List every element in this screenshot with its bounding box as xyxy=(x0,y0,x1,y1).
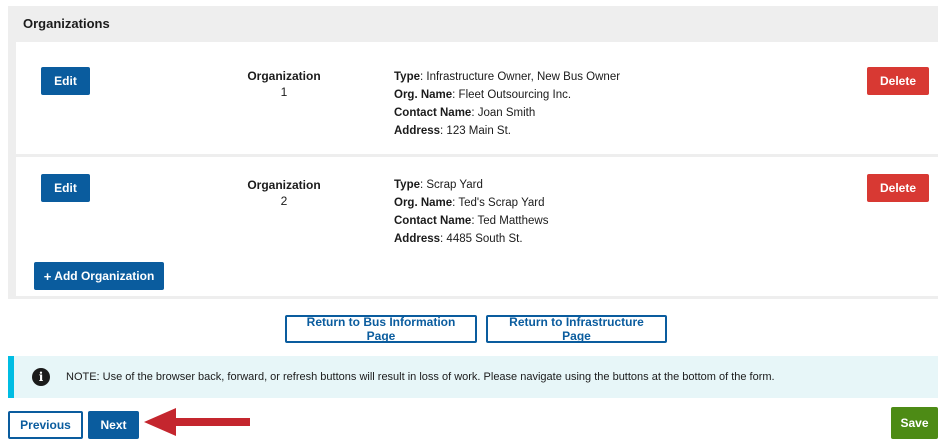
organization-label: Organization 2 xyxy=(242,177,326,209)
row-divider xyxy=(16,154,938,157)
organizations-panel: Organizations Edit Organization 1 Type: … xyxy=(8,6,938,299)
panel-title: Organizations xyxy=(23,16,110,31)
navigation-notice: i NOTE: Use of the browser back, forward… xyxy=(8,356,938,398)
plus-icon: + xyxy=(43,268,52,284)
info-icon: i xyxy=(32,368,50,386)
add-organization-button[interactable]: + Add Organization xyxy=(34,262,164,290)
address-key: Address xyxy=(394,233,441,245)
organization-number: 2 xyxy=(280,194,288,208)
edit-organization-button[interactable]: Edit xyxy=(41,174,90,202)
return-to-bus-information-button[interactable]: Return to Bus Information Page xyxy=(285,315,477,343)
delete-organization-button[interactable]: Delete xyxy=(867,174,929,202)
type-value: : Scrap Yard xyxy=(420,179,483,191)
contact-name-key: Contact Name xyxy=(394,215,472,227)
contact-name-value: : Ted Matthews xyxy=(471,215,549,227)
organization-row: Edit Organization 2 Type: Scrap Yard Org… xyxy=(16,42,938,245)
type-key: Type xyxy=(394,179,420,191)
previous-button[interactable]: Previous xyxy=(8,411,83,439)
pointer-arrow-icon xyxy=(144,408,250,436)
return-to-infrastructure-button[interactable]: Return to Infrastructure Page xyxy=(486,315,667,343)
pointer-arrow-shape xyxy=(144,408,250,436)
organization-details: Type: Scrap Yard Org. Name: Ted's Scrap … xyxy=(394,176,548,248)
org-name-key: Org. Name xyxy=(394,197,453,209)
organization-label-title: Organization xyxy=(247,178,321,192)
org-name-value: : Ted's Scrap Yard xyxy=(452,197,545,209)
save-button[interactable]: Save xyxy=(891,407,938,439)
organizations-list: Edit Organization 1 Type: Infrastructure… xyxy=(16,42,938,296)
add-organization-label: Add Organization xyxy=(54,269,155,283)
address-value: : 4485 South St. xyxy=(440,233,523,245)
next-button[interactable]: Next xyxy=(88,411,139,439)
notice-text: NOTE: Use of the browser back, forward, … xyxy=(66,371,775,383)
